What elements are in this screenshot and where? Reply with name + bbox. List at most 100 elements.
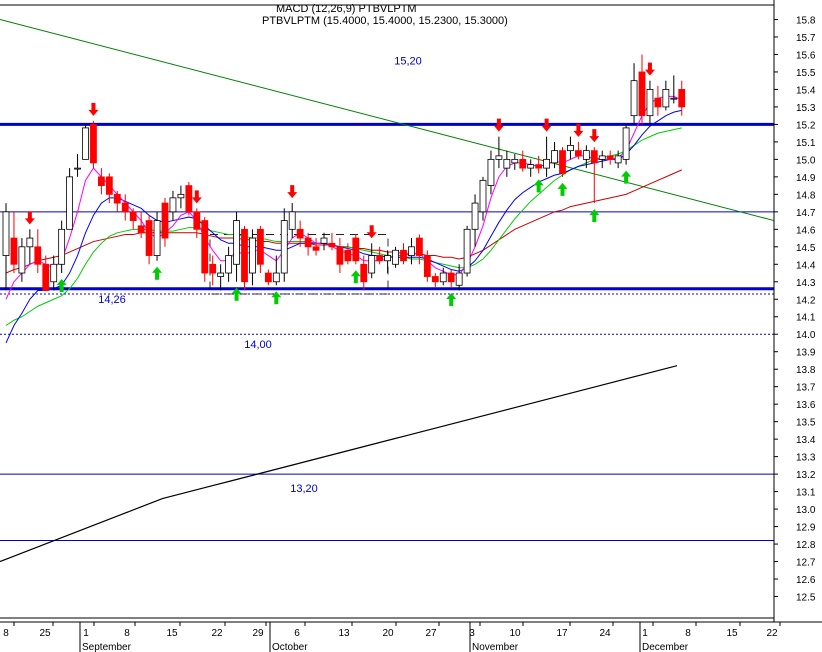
x-tick-label: 27 [425,628,437,639]
y-tick-label: 13.4 [796,435,816,446]
candle-body [575,150,582,157]
candle-body [678,89,686,108]
candle-body [50,263,58,283]
candle-body [328,242,336,248]
plot-background [0,0,822,652]
candle-body [153,220,161,256]
candle-body [185,185,193,213]
x-tick-label: 20 [382,628,394,639]
candle-body [582,150,590,160]
candle-body [368,255,376,274]
y-tick-label: 14.0 [796,330,816,341]
y-tick-label: 15.5 [796,68,816,79]
candle-body [209,263,217,274]
x-tick-label: 22 [211,628,223,639]
y-tick-label: 13.6 [796,400,816,411]
candle-body [455,272,463,286]
candle-body [503,158,511,169]
candle-body [26,237,34,248]
candle-body [217,272,225,277]
y-tick-label: 12.6 [796,575,816,586]
candle-body [320,237,328,244]
level-label: 14,26 [98,294,126,306]
y-tick-label: 12.9 [796,523,816,534]
candle-body [598,155,606,160]
y-tick-label: 13.5 [796,418,816,429]
y-tick-label: 15.6 [796,50,816,61]
candle-body [471,202,479,230]
y-tick-label: 14.3 [796,278,816,289]
candle-body [614,155,622,164]
candle-body [439,272,447,283]
candle-body [256,228,264,265]
candle-body [344,249,352,262]
x-tick-label: 15 [166,628,178,639]
candle-body [336,246,344,265]
y-tick-label: 15.0 [796,155,816,166]
y-tick-label: 12.7 [796,558,816,569]
y-tick-label: 14.6 [796,225,816,236]
x-tick-label: 1 [642,628,648,639]
candle-body [169,197,177,213]
y-tick-label: 14.5 [796,243,816,254]
level-label: 15,20 [394,55,422,67]
candle-body [590,150,598,164]
candle-body [161,202,169,239]
y-tick-label: 14.2 [796,295,816,306]
candle-body [288,211,296,230]
candle-body [129,211,137,221]
candle-body [606,155,614,160]
x-tick-label: 1 [83,628,89,639]
candle-body [360,263,368,283]
candle-body [463,228,471,274]
y-tick-label: 14.7 [796,208,816,219]
candle-body [543,158,550,169]
candle-body [10,237,18,265]
candle-body [34,246,42,265]
candle-body [241,228,248,283]
candle-body [567,144,574,152]
candle-body [559,150,566,174]
y-tick-label: 15.7 [796,33,816,44]
candle-body [2,211,10,256]
candle-body [304,237,312,248]
candle-body [121,202,129,213]
level-label: 13,20 [290,483,318,495]
y-tick-label: 15.1 [796,138,816,149]
candle-body [479,179,487,213]
candle-body [113,193,121,204]
candle-body [384,255,392,262]
month-label: October [272,642,308,652]
candle-body [519,158,527,169]
y-tick-label: 12.8 [796,540,816,551]
chart-title: PTBVLPTM (15.4000, 15.4000, 15.2300, 15.… [262,15,508,27]
y-tick-label: 15.3 [796,103,816,114]
candle-body [495,155,503,160]
month-label: November [472,642,519,652]
y-tick-label: 13.7 [796,383,816,394]
y-tick-label: 15.8 [796,15,816,26]
candle-body [98,176,105,187]
candle-body [225,255,233,274]
month-label: September [82,642,132,652]
candle-body [654,97,662,108]
candle-body [42,263,50,291]
candle-body [431,276,439,283]
candle-body [18,246,26,274]
candle-body [670,97,678,100]
y-tick-label: 14.8 [796,190,816,201]
x-tick-label: 13 [338,628,350,639]
y-tick-label: 13.8 [796,365,816,376]
candle-body [527,164,535,169]
candle-body [447,272,455,283]
candle-body [177,193,185,199]
y-tick-label: 13.9 [796,348,816,359]
x-tick-label: 6 [294,628,300,639]
candle-body [646,89,654,117]
month-label: December [642,642,689,652]
candle-body [201,220,209,274]
candle-body [408,246,415,256]
candle-body [66,176,73,230]
candle-body [82,127,89,160]
candle-body [415,237,423,256]
